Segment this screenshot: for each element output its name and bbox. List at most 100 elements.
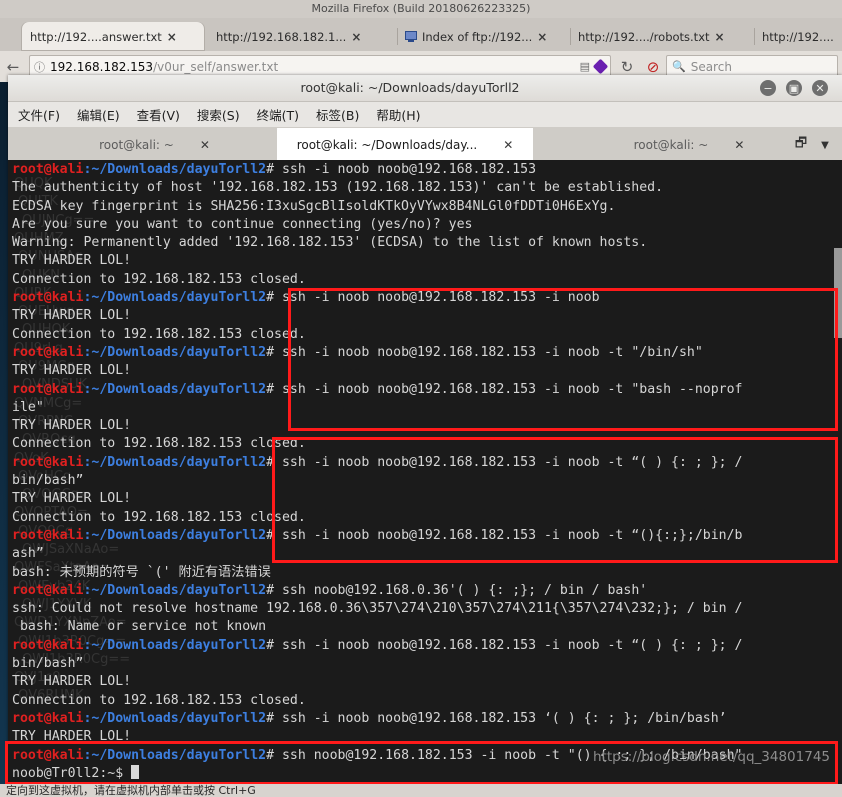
tab-divider xyxy=(754,28,755,45)
output-text: ash” xyxy=(12,546,44,562)
terminal-scrollbar[interactable] xyxy=(834,160,842,787)
maximize-button[interactable]: ▣ xyxy=(786,80,802,96)
terminal-screen[interactable]: QUQK QUITK QUJNCg== QUHMZ QUNUSAg QUKN QURK QUE… xyxy=(8,160,842,787)
prompt-path: :~/Downloads/dayuTorll2 xyxy=(83,710,267,726)
firefox-window: Mozilla Firefox (Build 20180626223325) h… xyxy=(0,0,842,82)
browser-tab-label: Index of ftp://192... xyxy=(422,29,533,44)
browser-tab-label: http://192....answer.txt xyxy=(30,29,162,44)
close-icon[interactable]: × xyxy=(167,31,177,43)
prompt-command: # ssh noob@192.168.0.36'( ) {: ;}; / bin… xyxy=(266,582,648,598)
text-cursor xyxy=(131,764,140,779)
browser-tab-3[interactable]: http://192..../robots.txt × xyxy=(570,22,750,51)
menu-edit[interactable]: 编辑(E) xyxy=(77,105,120,124)
browser-tab-2[interactable]: Index of ftp://192... × xyxy=(397,22,567,51)
prompt-user: root@kali xyxy=(12,344,84,360)
browser-tab-1[interactable]: http://192.168.182.1... × xyxy=(208,22,393,51)
terminal-titlebar: root@kali: ~/Downloads/dayuTorll2 − ▣ ✕ xyxy=(8,75,842,102)
close-icon[interactable]: × xyxy=(351,31,361,43)
terminal-output-line: ssh: Could not resolve hostname 192.168.… xyxy=(12,600,838,618)
pocket-icon[interactable] xyxy=(592,58,609,75)
chevron-down-icon[interactable]: ▼ xyxy=(816,136,834,154)
output-text: TRY HARDER LOL! xyxy=(12,674,132,690)
prompt-path: :~/Downloads/dayuTorll2 xyxy=(83,582,267,598)
close-icon[interactable]: ✕ xyxy=(734,138,744,152)
terminal-prompt-line: root@kali:~/Downloads/dayuTorll2# ssh -i… xyxy=(12,710,838,728)
terminal-output-line: Connection to 192.168.182.153 closed. xyxy=(12,509,838,527)
terminal-tab-1[interactable]: root@kali: ~/Downloads/day... ✕ xyxy=(277,128,533,162)
menu-help[interactable]: 帮助(H) xyxy=(376,105,420,124)
new-tab-icon[interactable]: 🗗 xyxy=(792,136,810,154)
minimize-button[interactable]: − xyxy=(760,80,776,96)
terminal-output-line: bash: Name or service not known xyxy=(12,618,838,636)
browser-tab-0[interactable]: http://192....answer.txt × xyxy=(22,22,204,51)
terminal-output-line: Are you sure you want to continue connec… xyxy=(12,216,838,234)
terminal-output-line: TRY HARDER LOL! xyxy=(12,490,838,508)
url-host: 192.168.182.153 xyxy=(50,59,154,74)
close-button[interactable]: ✕ xyxy=(812,80,828,96)
terminal-output-line: The authenticity of host '192.168.182.15… xyxy=(12,179,838,197)
prompt-user: root@kali xyxy=(12,637,84,653)
output-text: The authenticity of host '192.168.182.15… xyxy=(12,180,664,196)
browser-tab-label: http://192..../robots.txt xyxy=(578,29,710,44)
monitor-icon xyxy=(405,31,417,42)
prompt-user: root@kali xyxy=(12,527,84,543)
vmware-status-text: 定向到这虚拟机，请在虚拟机内部单击或按 Ctrl+G xyxy=(6,784,256,797)
terminal-prompt-line: root@kali:~/Downloads/dayuTorll2# ssh -i… xyxy=(12,381,838,399)
browser-tab-4[interactable]: http://192.... xyxy=(754,22,842,51)
output-text: TRY HARDER LOL! xyxy=(12,418,132,434)
prompt-user: root@kali xyxy=(12,710,84,726)
terminal-output-line: Connection to 192.168.182.153 closed. xyxy=(12,271,838,289)
url-text: 192.168.182.153/v0ur_self/answer.txt xyxy=(50,60,575,74)
prompt-command: # ssh -i noob noob@192.168.182.153 -i no… xyxy=(266,290,600,306)
final-prompt-text: noob@Tr0ll2:~$ xyxy=(12,765,132,781)
menu-file[interactable]: 文件(F) xyxy=(18,105,60,124)
close-icon[interactable]: ✕ xyxy=(200,138,210,152)
terminal-tab-0[interactable]: root@kali: ~ ✕ xyxy=(32,128,277,162)
prompt-command: # ssh -i noob noob@192.168.182.153 -i no… xyxy=(266,381,743,397)
output-text: ECDSA key fingerprint is SHA256:I3xuSgcB… xyxy=(12,198,616,214)
output-text: bin/bash” xyxy=(12,473,84,489)
terminal-tab-2[interactable]: root@kali: ~ ✕ xyxy=(578,128,800,162)
menu-search[interactable]: 搜索(S) xyxy=(197,105,240,124)
terminal-window-title: root@kali: ~/Downloads/dayuTorll2 xyxy=(300,80,520,95)
prompt-command: # ssh -i noob noob@192.168.182.153 -i no… xyxy=(266,637,743,653)
terminal-output: root@kali:~/Downloads/dayuTorll2# ssh -i… xyxy=(12,161,838,783)
prompt-user: root@kali xyxy=(12,582,84,598)
terminal-output-line: TRY HARDER LOL! xyxy=(12,362,838,380)
prompt-user: root@kali xyxy=(12,381,84,397)
close-icon[interactable]: × xyxy=(715,31,725,43)
terminal-output-line: ECDSA key fingerprint is SHA256:I3xuSgcB… xyxy=(12,198,838,216)
terminal-output-line: bash: 未预期的符号 `(' 附近有语法错误 xyxy=(12,564,838,582)
terminal-output-line: bin/bash” xyxy=(12,655,838,673)
terminal-final-prompt: noob@Tr0ll2:~$ xyxy=(12,764,838,783)
terminal-output-line: TRY HARDER LOL! xyxy=(12,728,838,746)
terminal-output-line: bin/bash” xyxy=(12,472,838,490)
reader-mode-icon[interactable]: ▤ xyxy=(580,60,590,73)
prompt-command: # ssh -i noob noob@192.168.182.153 -i no… xyxy=(266,344,703,360)
csdn-watermark: https://blog.csdn.net/qq_34801745 xyxy=(592,749,830,765)
terminal-window: root@kali: ~/Downloads/dayuTorll2 − ▣ ✕ … xyxy=(8,75,842,787)
prompt-user: root@kali xyxy=(12,454,84,470)
firefox-window-title: Mozilla Firefox (Build 20180626223325) xyxy=(311,2,531,15)
prompt-path: :~/Downloads/dayuTorll2 xyxy=(83,454,267,470)
terminal-output-line: TRY HARDER LOL! xyxy=(12,417,838,435)
menu-terminal[interactable]: 终端(T) xyxy=(257,105,299,124)
output-text: TRY HARDER LOL! xyxy=(12,491,132,507)
close-icon[interactable]: ✕ xyxy=(503,138,513,152)
output-text: ile" xyxy=(12,399,44,415)
output-text: Connection to 192.168.182.153 closed. xyxy=(12,436,306,452)
scrollbar-thumb[interactable] xyxy=(834,248,842,338)
prompt-user: root@kali xyxy=(12,290,84,306)
output-text: bash: 未预期的符号 `(' 附近有语法错误 xyxy=(12,564,271,580)
menu-view[interactable]: 查看(V) xyxy=(137,105,180,124)
output-text: TRY HARDER LOL! xyxy=(12,363,132,379)
search-placeholder: Search xyxy=(690,59,732,74)
vmware-status-bar: 定向到这虚拟机，请在虚拟机内部单击或按 Ctrl+G xyxy=(0,784,842,797)
prompt-command: # ssh -i noob noob@192.168.182.153 -i no… xyxy=(266,454,743,470)
menu-tabs[interactable]: 标签(B) xyxy=(316,105,359,124)
close-icon[interactable]: × xyxy=(537,31,547,43)
site-info-icon[interactable]: ⓘ xyxy=(34,59,45,75)
terminal-prompt-line: root@kali:~/Downloads/dayuTorll2# ssh -i… xyxy=(12,454,838,472)
prompt-user: root@kali xyxy=(12,162,84,177)
prompt-command: # ssh -i noob noob@192.168.182.153 -i no… xyxy=(266,527,743,543)
